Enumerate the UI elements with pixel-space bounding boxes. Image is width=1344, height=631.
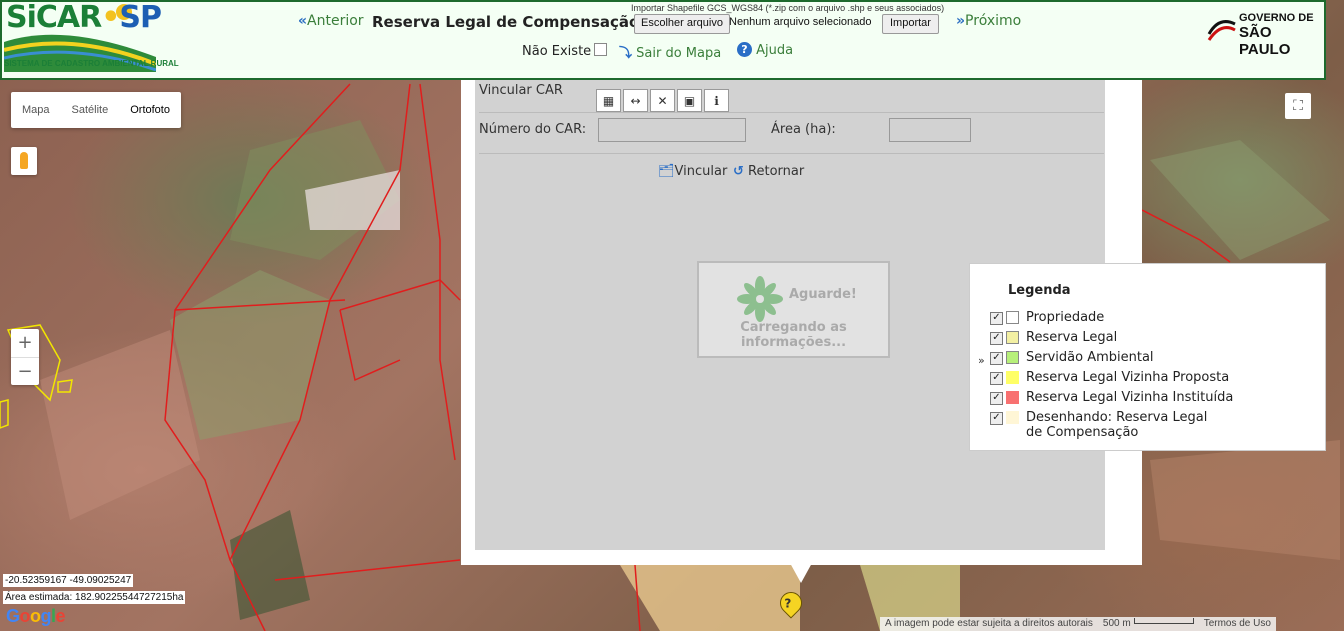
scale-indicator[interactable]: 500 m — [1098, 617, 1199, 631]
area-input[interactable] — [889, 118, 971, 142]
measure-distance-icon[interactable]: ↔ — [623, 89, 648, 112]
legend-swatch — [1006, 331, 1019, 344]
governo-de-text: GOVERNO DE — [1239, 12, 1314, 24]
governo-sp-emblem-icon — [1207, 20, 1236, 41]
divider — [479, 153, 1104, 154]
map-type-satelite[interactable]: Satélite — [61, 92, 120, 128]
fullscreen-icon[interactable]: ⛶ — [1285, 93, 1311, 119]
legend-checkbox[interactable]: ✓ — [990, 312, 1003, 325]
legend-checkbox[interactable]: ✓ — [990, 352, 1003, 365]
google-logo: Google — [6, 606, 66, 626]
sicar-leaf-icon — [737, 276, 783, 322]
sicar-wordmark: SiCAR•SP — [6, 0, 162, 35]
info-icon[interactable]: ℹ — [704, 89, 729, 112]
terms-of-use-link[interactable]: Termos de Uso — [1199, 617, 1276, 631]
legend-swatch — [1006, 311, 1019, 324]
dialog-pointer — [790, 563, 812, 583]
page-title: Reserva Legal de Compensação — [372, 13, 640, 31]
import-button[interactable]: Importar — [882, 14, 939, 34]
app-header: SiCAR•SP SISTEMA DE CADASTRO AMBIENTAL R… — [0, 0, 1326, 80]
sicar-subtitle: SISTEMA DE CADASTRO AMBIENTAL RURAL — [4, 59, 179, 68]
previous-link[interactable]: «Anterior — [298, 13, 364, 29]
car-number-label: Número do CAR: — [479, 122, 587, 137]
governo-sp-logo: GOVERNO DE SÃO PAULO — [1207, 12, 1319, 58]
loading-message: Carregando as informações... — [740, 320, 847, 350]
zoom-in-button[interactable]: + — [11, 329, 39, 358]
zoom-out-button[interactable]: − — [11, 358, 39, 386]
double-left-arrow-icon: « — [298, 13, 308, 29]
import-shapefile-label: Importar Shapefile GCS_WGS84 (*.zip com … — [631, 3, 945, 13]
loading-indicator: Aguarde! Carregando as informações... — [697, 261, 890, 358]
legend-title: Legenda — [1008, 283, 1071, 298]
no-file-selected-text: Nenhum arquivo selecionado — [729, 16, 872, 28]
double-right-arrow-icon: » — [956, 13, 966, 29]
legend-swatch — [1006, 351, 1019, 364]
dialog-title: Vincular CAR — [479, 83, 563, 98]
save-icon[interactable]: ▣ — [677, 89, 702, 112]
nao-existe-checkbox[interactable] — [594, 43, 607, 56]
divider — [479, 112, 1104, 113]
legend-checkbox[interactable]: ✓ — [990, 392, 1003, 405]
street-view-pegman-icon[interactable] — [11, 147, 37, 175]
map-attribution-bar: A imagem pode estar sujeita a direitos a… — [880, 617, 1276, 631]
legend-checkbox[interactable]: ✓ — [990, 372, 1003, 385]
retornar-button[interactable]: ↺ Retornar — [733, 164, 804, 179]
legend-panel: Legenda » ✓ Propriedade ✓ Reserva Legal … — [969, 263, 1326, 451]
aguarde-text: Aguarde! — [789, 287, 857, 302]
clear-icon[interactable]: ✕ — [650, 89, 675, 112]
drawing-toolbar: ▦ ↔ ✕ ▣ ℹ — [596, 89, 731, 112]
sicar-logo: SiCAR•SP SISTEMA DE CADASTRO AMBIENTAL R… — [4, 0, 179, 72]
exit-map-link[interactable]: ⤵ Sair do Mapa — [619, 42, 721, 61]
vincular-button[interactable]: 🗂Vincular — [658, 164, 727, 179]
link-add-icon: 🗂 — [658, 164, 675, 179]
active-layer-marker: » — [978, 354, 985, 367]
help-icon: ? — [737, 42, 752, 57]
zoom-control: + − — [11, 329, 39, 385]
scale-bar — [1133, 618, 1194, 624]
return-arrow-icon: ↺ — [733, 164, 744, 179]
legend-checkbox[interactable]: ✓ — [990, 332, 1003, 345]
car-number-input[interactable] — [598, 118, 746, 142]
legend-swatch — [1006, 371, 1019, 384]
help-link[interactable]: ? Ajuda — [737, 42, 793, 58]
sao-paulo-text: SÃO PAULO — [1239, 24, 1291, 58]
legend-checkbox[interactable]: ✓ — [990, 412, 1003, 425]
legend-swatch — [1006, 411, 1019, 424]
next-link[interactable]: »Próximo — [956, 13, 1021, 29]
choose-file-button[interactable]: Escolher arquivo — [634, 14, 730, 34]
map-type-mapa[interactable]: Mapa — [11, 92, 61, 128]
map-type-ortofoto[interactable]: Ortofoto — [119, 92, 181, 128]
nao-existe-label: Não Existe — [522, 44, 592, 59]
map-type-control: Mapa Satélite Ortofoto — [11, 92, 181, 128]
legend-swatch — [1006, 391, 1019, 404]
estimated-area-readout: Área estimada: 182.90225544727215ha — [3, 591, 186, 604]
exit-arrow-icon: ⤵ — [619, 46, 633, 61]
attribution-text: A imagem pode estar sujeita a direitos a… — [885, 618, 1093, 629]
coordinates-readout: -20.52359167 -49.09025247 — [3, 574, 134, 587]
measure-area-icon[interactable]: ▦ — [596, 89, 621, 112]
area-label: Área (ha): — [771, 122, 836, 137]
